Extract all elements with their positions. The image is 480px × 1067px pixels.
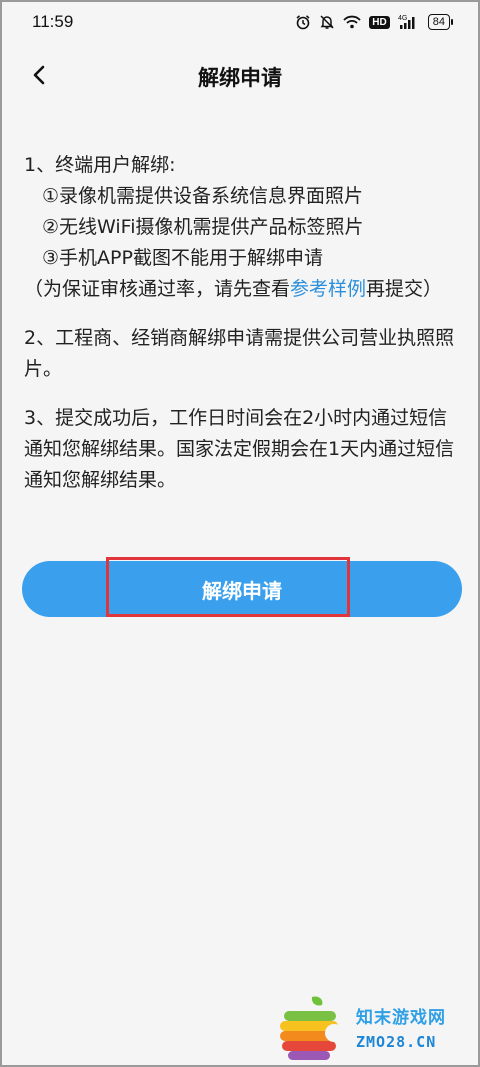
status-time: 11:59 (32, 12, 74, 31)
watermark: 知末游戏网 ZMO28.CN (272, 993, 472, 1063)
note-suffix: 再提交） (366, 278, 443, 300)
watermark-name: 知末游戏网 (356, 1008, 446, 1028)
instruction-sub-1: ①录像机需提供设备系统信息界面照片 (42, 185, 364, 207)
note-prefix: （为保证审核通过率，请先查看 (24, 278, 291, 300)
status-icons: HD 4G 84 (295, 14, 454, 30)
wifi-icon (343, 15, 361, 29)
app-screen: 11:59 HD 4G 84 解绑申请 1、终端用户解绑: ①录像机需提供设备系… (0, 0, 480, 1067)
battery-icon: 84 (427, 14, 454, 30)
mute-icon (319, 14, 335, 30)
instruction-sub-2: ②无线WiFi摄像机需提供产品标签照片 (42, 216, 364, 238)
network-label: 4G (398, 15, 407, 22)
status-bar: 11:59 HD 4G 84 (2, 2, 478, 42)
signal-4g-icon: 4G (398, 14, 420, 30)
instruction-note: （为保证审核通过率，请先查看参考样例再提交） (24, 274, 464, 305)
unbind-apply-button[interactable]: 解绑申请 (22, 561, 462, 617)
hd-icon: HD (369, 15, 390, 29)
reference-example-link[interactable]: 参考样例 (290, 278, 366, 300)
apple-logo-icon (280, 996, 343, 1060)
instruction-item-2: 2、工程商、经销商解绑申请需提供公司营业执照照片。 (24, 327, 455, 380)
page-title: 解绑申请 (198, 66, 282, 90)
watermark-domain: ZMO28.CN (356, 1033, 437, 1051)
instructions: 1、终端用户解绑: ①录像机需提供设备系统信息界面照片 ②无线WiFi摄像机需提… (24, 150, 464, 496)
header-bar: 解绑申请 (2, 46, 478, 106)
instruction-item-1: 1、终端用户解绑: ①录像机需提供设备系统信息界面照片 ②无线WiFi摄像机需提… (24, 150, 464, 305)
instruction-sub-3: ③手机APP截图不能用于解绑申请 (42, 247, 323, 269)
battery-level: 84 (432, 16, 445, 28)
instruction-item-3: 3、提交成功后，工作日时间会在2小时内通过短信通知您解绑结果。国家法定假期会在1… (24, 407, 455, 491)
alarm-icon (295, 14, 311, 30)
instruction-item-1-title: 1、终端用户解绑: (24, 154, 176, 176)
